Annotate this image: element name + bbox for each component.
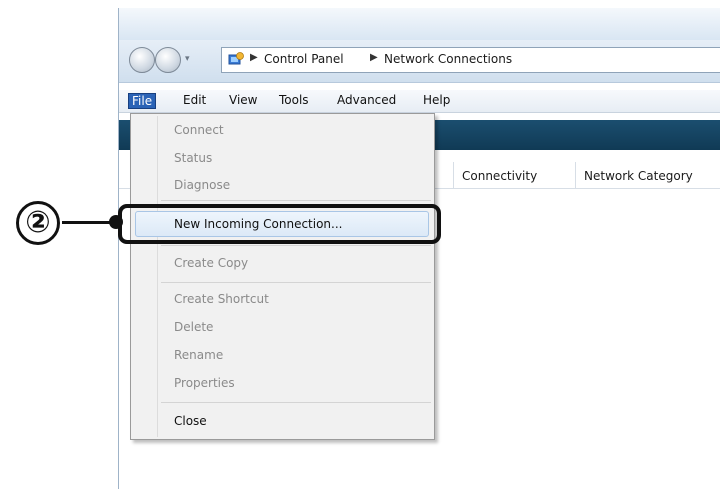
menu-separator: [161, 402, 431, 403]
menu-advanced[interactable]: Advanced: [337, 93, 396, 107]
step-number-badge: ②: [16, 201, 60, 245]
menu-help[interactable]: Help: [423, 93, 450, 107]
title-bar: [119, 8, 720, 40]
address-bar-area: ▾ ▶ Control Panel ▶ Network Connections: [119, 40, 720, 83]
menu-item-status[interactable]: Status: [174, 151, 212, 165]
menu-edit[interactable]: Edit: [183, 93, 206, 107]
menu-item-connect[interactable]: Connect: [174, 123, 224, 137]
recent-pages-chevron-icon[interactable]: ▾: [185, 54, 190, 64]
breadcrumb-separator-icon: ▶: [370, 52, 378, 63]
address-bar[interactable]: ▶ Control Panel ▶ Network Connections: [221, 47, 720, 73]
menu-item-rename[interactable]: Rename: [174, 348, 223, 362]
menu-item-close[interactable]: Close: [174, 414, 207, 428]
menu-view[interactable]: View: [229, 93, 257, 107]
breadcrumb-network-connections[interactable]: Network Connections: [384, 52, 512, 66]
menu-item-delete[interactable]: Delete: [174, 320, 213, 334]
menu-separator: [161, 200, 431, 201]
menu-item-properties[interactable]: Properties: [174, 376, 235, 390]
callout-highlight-box: [118, 204, 441, 244]
menu-item-create-shortcut[interactable]: Create Shortcut: [174, 292, 269, 306]
control-panel-icon: [228, 52, 244, 65]
forward-button[interactable]: [155, 47, 181, 73]
breadcrumb-control-panel[interactable]: Control Panel: [264, 52, 344, 66]
menu-item-diagnose[interactable]: Diagnose: [174, 178, 230, 192]
callout-anchor-dot: [109, 215, 123, 229]
column-header-network-category[interactable]: Network Category: [575, 162, 720, 188]
menu-item-create-copy[interactable]: Create Copy: [174, 256, 248, 270]
menu-bar: File Edit View Tools Advanced Help: [119, 90, 720, 113]
menu-separator: [161, 282, 431, 283]
back-button[interactable]: [129, 47, 155, 73]
menu-file[interactable]: File: [128, 93, 157, 109]
menu-tools[interactable]: Tools: [279, 93, 309, 107]
file-menu-dropdown: Connect Status Diagnose New Incoming Con…: [130, 113, 435, 440]
column-header-connectivity[interactable]: Connectivity: [453, 162, 575, 188]
menu-icon-gutter: [157, 116, 158, 437]
breadcrumb-separator-icon: ▶: [250, 52, 258, 63]
menu-separator: [161, 245, 431, 246]
